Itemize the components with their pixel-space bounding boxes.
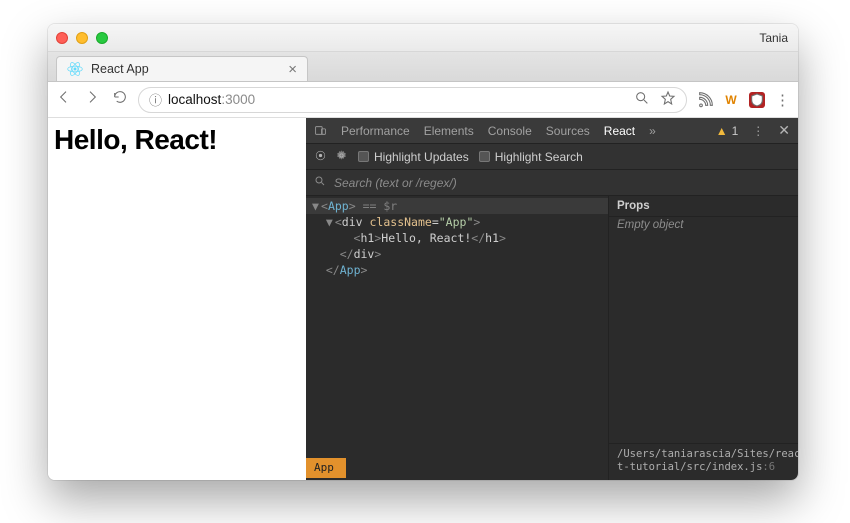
breadcrumb-app[interactable]: App <box>306 458 346 478</box>
warnings-count[interactable]: ▲1 <box>716 124 739 138</box>
highlight-search-checkbox[interactable]: Highlight Search <box>479 150 583 164</box>
tab-close-button[interactable]: × <box>288 62 297 77</box>
tree-row-app[interactable]: ▼<App> == $r <box>306 198 608 214</box>
warnings-number: 1 <box>732 124 739 138</box>
minimize-window-button[interactable] <box>76 32 88 44</box>
content-area: Hello, React! Performance Elements Conso… <box>48 118 798 480</box>
devtools-panel: Performance Elements Console Sources Rea… <box>306 118 798 480</box>
source-path-line1: /Users/taniarascia/Sites/reac <box>617 448 798 460</box>
devtools-tabbar: Performance Elements Console Sources Rea… <box>306 118 798 144</box>
react-favicon-icon <box>67 61 83 77</box>
tab-console[interactable]: Console <box>488 124 532 138</box>
w-extension-icon[interactable]: W <box>723 92 739 108</box>
url-port: :3000 <box>221 92 255 107</box>
bookmark-star-icon[interactable] <box>660 90 676 109</box>
ublock-extension-icon[interactable] <box>749 92 765 108</box>
tree-row-app-close[interactable]: </App> <box>306 262 608 278</box>
props-panel: Props Empty object /Users/taniarascia/Si… <box>608 196 798 480</box>
address-bar[interactable]: ⓘ localhost:3000 <box>138 87 687 113</box>
highlight-updates-label: Highlight Updates <box>374 150 469 164</box>
extensions: W ⋮ <box>697 91 790 109</box>
device-toolbar[interactable] <box>314 124 327 137</box>
tree-row-div[interactable]: ▼<div className="App"> <box>306 214 608 230</box>
source-path-line2: t-tutorial/src/index.js <box>617 461 762 473</box>
forward-button[interactable] <box>84 89 100 110</box>
browser-tab[interactable]: React App × <box>56 56 308 81</box>
react-devtools-toolbar: Highlight Updates Highlight Search <box>306 144 798 170</box>
source-path-lineno: :6 <box>762 461 775 473</box>
nav-buttons <box>56 89 128 110</box>
reload-button[interactable] <box>112 89 128 110</box>
close-window-button[interactable] <box>56 32 68 44</box>
search-icon <box>314 175 326 190</box>
inspect-element-icon[interactable] <box>314 149 327 165</box>
profile-name[interactable]: Tania <box>759 31 788 45</box>
browser-toolbar: ⓘ localhost:3000 W ⋮ <box>48 82 798 118</box>
props-empty-text: Empty object <box>609 217 798 443</box>
window-titlebar: Tania <box>48 24 798 52</box>
tab-title: React App <box>91 62 149 76</box>
fullscreen-window-button[interactable] <box>96 32 108 44</box>
tab-sources[interactable]: Sources <box>546 124 590 138</box>
props-heading: Props <box>609 196 798 217</box>
back-button[interactable] <box>56 89 72 110</box>
page-heading: Hello, React! <box>54 124 300 156</box>
browser-window: Tania React App × ⓘ localhost:3000 <box>48 24 798 480</box>
settings-gear-icon[interactable] <box>335 149 348 165</box>
browser-menu-button[interactable]: ⋮ <box>775 91 790 109</box>
devtools-search-row: Search (text or /regex/) <box>306 170 798 196</box>
page-viewport: Hello, React! <box>48 118 306 480</box>
tab-react[interactable]: React <box>604 124 635 138</box>
tab-performance[interactable]: Performance <box>341 124 410 138</box>
tree-row-div-close[interactable]: </div> <box>306 246 608 262</box>
highlight-search-label: Highlight Search <box>495 150 583 164</box>
tabs-overflow-button[interactable]: » <box>649 124 656 138</box>
url-host: localhost <box>168 92 221 107</box>
component-tree[interactable]: ▼<App> == $r ▼<div className="App"> <h1>… <box>306 196 608 480</box>
traffic-lights <box>56 32 108 44</box>
tab-strip: React App × <box>48 52 798 82</box>
search-input[interactable]: Search (text or /regex/) <box>334 176 457 190</box>
warning-icon: ▲ <box>716 124 728 138</box>
source-path[interactable]: /Users/taniarascia/Sites/reac t-tutorial… <box>609 443 798 480</box>
devtools-menu-button[interactable]: ⋮ <box>752 124 764 138</box>
zoom-icon[interactable] <box>634 90 650 109</box>
site-info-icon[interactable]: ⓘ <box>149 90 162 109</box>
rss-extension-icon[interactable] <box>697 92 713 108</box>
devtools-close-button[interactable]: ✕ <box>778 122 790 139</box>
devtools-body: ▼<App> == $r ▼<div className="App"> <h1>… <box>306 196 798 480</box>
tree-row-h1[interactable]: <h1>Hello, React!</h1> <box>306 230 608 246</box>
highlight-updates-checkbox[interactable]: Highlight Updates <box>358 150 469 164</box>
tab-elements[interactable]: Elements <box>424 124 474 138</box>
